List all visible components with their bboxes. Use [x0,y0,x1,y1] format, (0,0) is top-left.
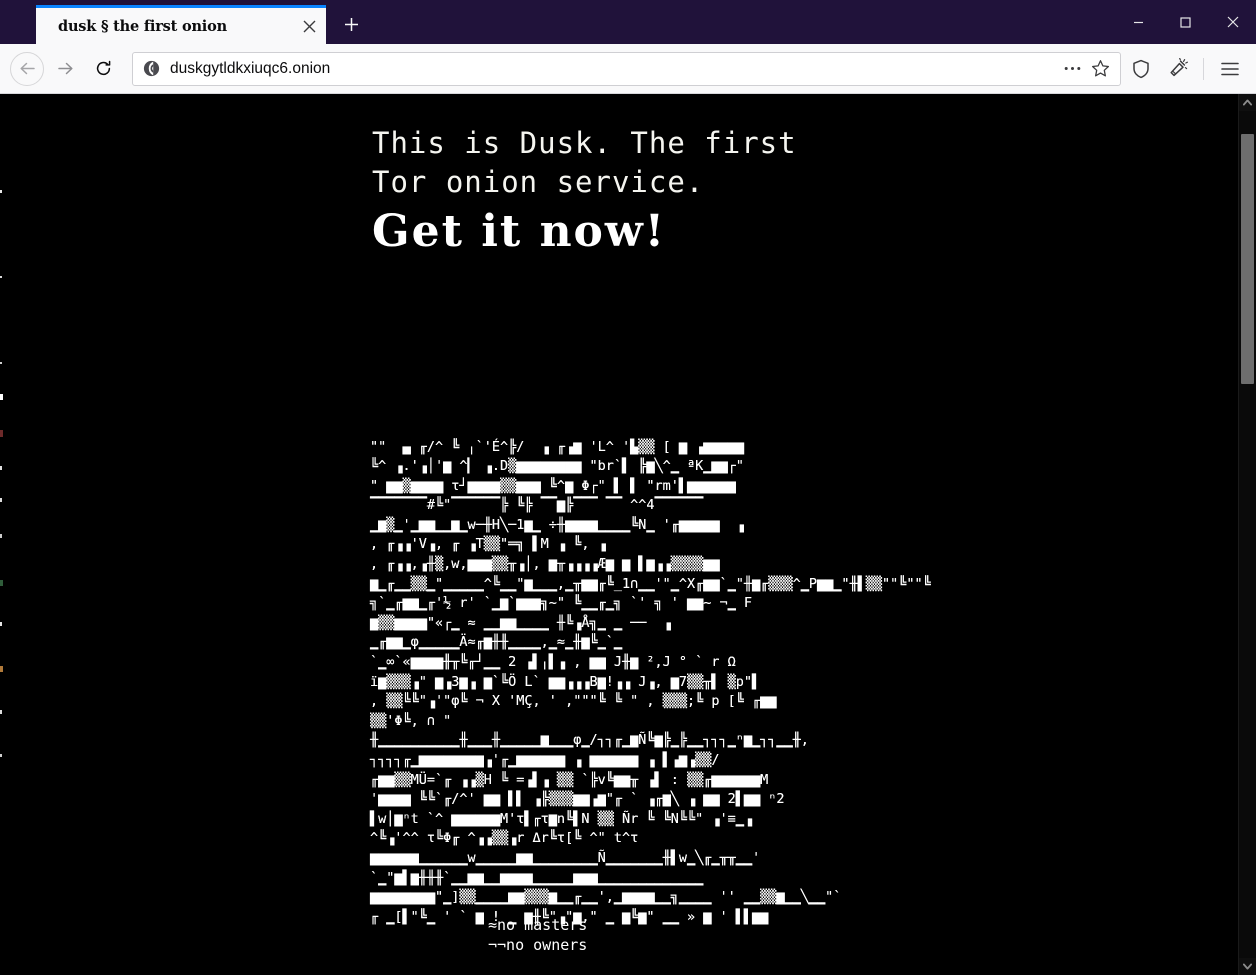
content-viewport: This is Dusk. The first Tor onion servic… [0,94,1256,975]
ascii-art-line: ▔▔▔▔▔▔▔#╚"▔▔▔▔▔▔╠ ╚╠ ▔▔▆╠▔▔▔ ▔▔ ^^4▔▔▔▔▔… [370,497,704,514]
chevron-up-icon [1243,99,1252,106]
web-page: This is Dusk. The first Tor onion servic… [0,94,1238,975]
tab-strip-padding [0,0,36,44]
browser-window: dusk § the first onion duskgytldkxiuqc6.… [0,0,1256,975]
minimize-icon [1134,21,1143,23]
ascii-art-line: ▆▆▆▆▆▆▁▁▁▁▁▁w▁▁▁▁▁▆▆▁▁▁▁▁▁▁▁Ñ▁▁▁▁▁▁▁╫▌w▁… [370,849,761,866]
new-tab-button[interactable] [334,7,368,41]
maximize-icon [1180,16,1191,28]
scroll-down-button[interactable] [1239,958,1256,975]
render-artifacts [0,94,6,975]
reload-button[interactable] [86,52,120,86]
ascii-art-line: ▁╓▆▆▁φ▁▁▁▁▁Ä≈╓▆╫╫▁▁▁▁,▁≈▁╫▆╚▁`▁ [370,634,622,651]
page-actions-button[interactable] [1058,55,1086,83]
address-bar[interactable]: duskgytldkxiuqc6.onion [132,51,1121,86]
close-icon[interactable] [298,15,320,37]
ascii-art-line: `▁"▆▌▆╫╫╫`▁▁▆▆▁▁▆▆▆▆▁▁▁▁▁▆▆▆▁▁▁▁▁▁▁▁▁▁▁▁… [370,869,704,886]
ascii-art-line: ╓▆▆▒▒MÜ=`╓ ▗▗▒H ╚ =▗▌▗ ▒▒ `╠v╚▆▆╥ ▗▌ : ▒… [370,771,769,788]
arrow-right-icon [57,62,73,75]
ascii-art-line: ▌w│▆ⁿt `^ ▆▆▆▆▆▆M'τ▌╓τ▆n╚▌N ▒▒ Ñr ╚ ╚N╚╚… [370,810,753,827]
hero-cta-link[interactable]: Get it now! [372,204,797,260]
close-icon [1227,16,1238,28]
ascii-art-line: " ▆▆▒▆▆▆▆ τ┘▆▆▆▆▒▒▆▆▆ ╚^▆ Φ┌" ▌ ▌ "rm'▌▆… [370,477,736,494]
ellipsis-icon [1064,67,1080,70]
ascii-art-line: ╓ ▁[▌"╚▁ ' ` ▆ ! ▁ ▆╫╚"▗"▆," ▁ ▆╚▆" ▁▁ »… [370,908,769,925]
ascii-art-line: , ▒▒╚╚"▗'"φ╚ ¬ X 'MÇ, ' ,"""╚ ╚ " , ▒▒▒;… [370,693,777,710]
onion-icon[interactable] [143,60,160,77]
ascii-art-line: '▆▆▆▆ ╚╚`╓/^' ▆▆ ▌▌ ▗╠▒▒▒▆▆▗▆"╓ ` ▗╓▆╲ ▗… [370,791,785,808]
tracking-protection-button[interactable] [1125,53,1157,85]
navigation-toolbar: duskgytldkxiuqc6.onion [0,44,1256,94]
new-identity-button[interactable] [1161,53,1193,85]
ascii-art-line: ▁▆▒▁'▁▆▆▁▁▆▁w─╫H╲─1▆▁ ÷╫▆▆▆▆▁▁▁▁╚N▁ '╓▆▆… [370,516,744,533]
bookmark-button[interactable] [1086,55,1114,83]
browser-tab-active[interactable]: dusk § the first onion [36,5,326,44]
ascii-art-line: ▆▁╓▁▁▒▒▁"▁▁▁▁▁^╚▁▁"▆▁▁▁,▁╥▆▆╓╚_1∩▁▁'"▁^X… [370,575,931,592]
window-controls [1115,0,1256,44]
maximize-button[interactable] [1162,0,1209,44]
tab-strip: dusk § the first onion [0,0,1256,44]
ascii-art-line: ▒▒'Φ╚, ∩ " [370,712,452,729]
slogan-no-masters: ≈no masters [488,916,588,934]
shield-icon [1133,59,1149,78]
ascii-glitch-art: "" ▄ ╓/^ ╚ ╷`'É^╠/ ▗ ╓▗▆ 'L^ '▙▒▒ [ ▆ ▗▆… [370,438,931,928]
ascii-art-line: `▁∞`«▆▆▆▆╫╥╚╓┘▁▁ 2 ▗▌╷▌▗ , ▆▆ J╫▆ ²,J ° … [370,654,736,671]
close-window-button[interactable] [1209,0,1256,44]
ascii-art-line: "" ▄ ╓/^ ╚ ╷`'É^╠/ ▗ ╓▗▆ 'L^ '▙▒▒ [ ▆ ▗▆… [370,438,744,455]
hero-line-1: This is Dusk. The first [372,126,797,160]
scroll-up-button[interactable] [1239,94,1256,111]
tab-title: dusk § the first onion [58,17,227,35]
ascii-art-line: , ╓▗▗,▗╫▒,w,▆▆▆▒▒╥▗│, ▆╥▗▗▗▗Æ▆ ▆ ▌▆▗▗▒▒▒… [370,556,720,573]
ascii-art-line: ▆▆▆▆▆▆▆▆"▁]▒▒▁▁▁▁▆▆▒▒▒▆▁▁╓▁▁',▁▆▆▆▆▁▁╗▁▁… [370,889,842,906]
slogan-no-owners: ¬¬no owners [488,936,588,954]
ascii-art-line: ^╚▗'^^ τ╚Φ╓ ^▗▗▒▒▗r Δr╚τ[╚ ^" t^τ [370,830,639,847]
ascii-art-line: ▆▒▒▆▆▆▆"«┌▁ ≈ ▁▁▆▆▁▁▁▁ ╫╚▗Å╗▁ ▁ ── ▗ [370,614,671,631]
star-icon [1091,60,1109,77]
back-button[interactable] [10,51,44,86]
ascii-art-line: ╚^ ▗.'▗│'▆ ^▎ ▗.D▒▆▆▆▆▆▆▆▆ "br`▌ ╠▆╲^▁ ª… [370,458,744,475]
arrow-left-icon [19,62,35,75]
ascii-art-line: , ╓▗▗'V▗, ╓ ▗T▒▒"═╗ ▌M ▗ ╚, ▗ [370,536,606,553]
scrollbar-thumb[interactable] [1241,134,1254,384]
hero-heading: This is Dusk. The first Tor onion servic… [372,124,797,260]
ascii-art-line: ╫▁▁▁▁▁▁▁▁▁▁╫▁▁▁╫▁▁▁▁▁▆▁▁▁φ▁/┐┐╓▁▆Ñ╚▆╠▁╠▁… [370,732,809,749]
plus-icon [344,17,358,31]
reload-icon [96,60,110,76]
ascii-art-line: ╗`▁╓▆▆▁╓'½ r' `▁▆`▆▆▆╗~" ╚▁▁╓▁╗ `' ╗ ' ▆… [370,595,753,612]
ascii-art-line: ┐┐┐┐╓▁▆▆▆▆▆▆▆▆▗'╓▁▆▆▆▆▆▆ ▗ ▆▆▆▆▆▆ ▗ ▌▗▆▗… [370,752,720,768]
vertical-scrollbar[interactable] [1238,94,1256,975]
chevron-down-icon [1243,963,1252,970]
broom-icon [1169,58,1188,77]
url-text[interactable]: duskgytldkxiuqc6.onion [170,60,1058,78]
ascii-art-line: ï▆▒▒▒▗" ▆▗3▆▗ ▆`╚Ö L` ▆▆▗▗▗B▆!▗▗ J▗, ▆7▒… [370,673,761,690]
hero-line-2: Tor onion service. [372,165,705,199]
toolbar-divider [1203,57,1204,80]
app-menu-button[interactable] [1214,53,1246,85]
minimize-button[interactable] [1115,0,1162,44]
hamburger-menu-icon [1221,62,1239,75]
forward-button[interactable] [48,52,82,86]
